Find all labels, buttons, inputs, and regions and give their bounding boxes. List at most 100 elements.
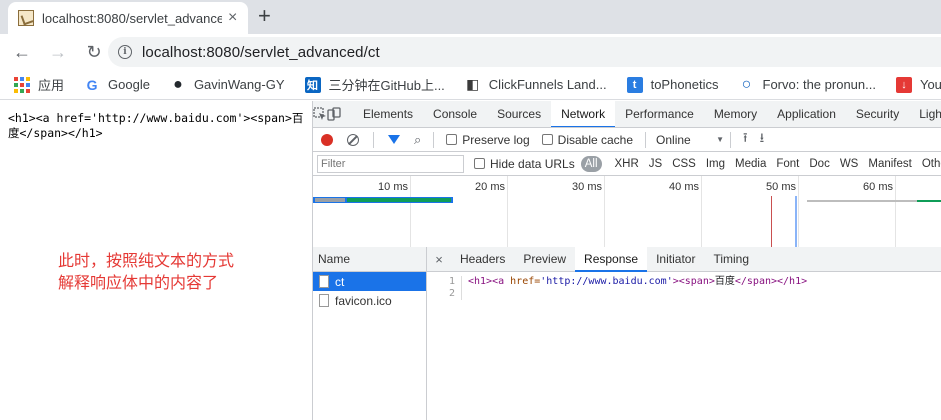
disable-cache-checkbox[interactable]: Disable cache xyxy=(541,133,633,147)
throttling-select[interactable]: Online ▼ xyxy=(656,133,724,147)
request-waiting-bar xyxy=(315,198,345,202)
bookmark-label: ClickFunnels Land... xyxy=(488,77,607,92)
request-download-bar xyxy=(347,198,451,202)
page-favicon-icon xyxy=(18,10,34,26)
checkbox-box[interactable] xyxy=(446,134,458,145)
tab-console[interactable]: Console xyxy=(423,101,487,127)
filter-type-img[interactable]: Img xyxy=(701,156,730,172)
bookmark-apps[interactable]: 应用 xyxy=(14,75,64,94)
record-button[interactable] xyxy=(321,133,333,146)
filter-type-js[interactable]: JS xyxy=(644,156,667,172)
close-tab-icon[interactable]: × xyxy=(228,10,237,26)
bookmark-label: GavinWang-GY xyxy=(193,77,285,92)
filter-icon[interactable] xyxy=(388,135,400,144)
zhihu-icon: 知 xyxy=(304,76,321,93)
throttling-value: Online xyxy=(656,132,691,147)
import-har-icon[interactable]: ⭱ xyxy=(743,129,748,151)
timeline-tick: 40 ms xyxy=(669,181,699,193)
hide-data-urls-checkbox[interactable]: Hide data URLs xyxy=(474,157,575,171)
tab-timing[interactable]: Timing xyxy=(704,247,758,272)
detail-tab-bar: × Headers Preview Response Initiator Tim… xyxy=(427,246,941,272)
line-number: 1 xyxy=(427,276,462,288)
checkbox-box[interactable] xyxy=(541,134,553,145)
new-tab-button[interactable]: + xyxy=(258,5,271,27)
tab-elements[interactable]: Elements xyxy=(353,101,423,127)
timeline-gridline xyxy=(895,176,896,248)
filter-type-font[interactable]: Font xyxy=(771,156,804,172)
code-attr-name: href= xyxy=(510,276,541,287)
raw-response-text: <h1><a href='http://www.baidu.com'><span… xyxy=(8,111,304,140)
close-detail-icon[interactable]: × xyxy=(427,252,451,267)
tab-application[interactable]: Application xyxy=(767,101,846,127)
browser-toolbar: ← → ↻ i localhost:8080/servlet_advanced/… xyxy=(0,34,941,70)
filter-type-manifest[interactable]: Manifest xyxy=(863,156,916,172)
site-info-icon[interactable]: i xyxy=(118,45,132,59)
tab-sources[interactable]: Sources xyxy=(487,101,551,127)
filter-type-xhr[interactable]: XHR xyxy=(610,156,644,172)
forward-button[interactable]: → xyxy=(44,38,72,66)
favicon-timing-bar xyxy=(807,200,917,202)
tophonetics-icon: t xyxy=(626,76,643,93)
apps-grid-icon xyxy=(14,76,30,93)
url-text[interactable]: localhost:8080/servlet_advanced/ct xyxy=(142,44,380,61)
bookmark-label: toPhonetics xyxy=(650,77,719,92)
browser-tab[interactable]: localhost:8080/servlet_advanced × xyxy=(8,2,248,34)
checkbox-box[interactable] xyxy=(474,158,485,169)
search-icon[interactable]: ⌕ xyxy=(414,132,421,148)
bookmark-tophonetics[interactable]: t toPhonetics xyxy=(626,76,719,93)
devtools-tab-bar: Elements Console Sources Network Perform… xyxy=(313,101,941,128)
annotation-line-2: 解释响应体中的内容了 xyxy=(58,275,219,292)
tab-initiator[interactable]: Initiator xyxy=(647,247,704,272)
filter-type-other[interactable]: Other xyxy=(917,156,941,172)
bookmark-label: 应用 xyxy=(38,78,65,93)
bookmark-github[interactable]: ● GavinWang-GY xyxy=(170,76,285,93)
tab-preview[interactable]: Preview xyxy=(514,247,575,272)
bookmark-zhihu[interactable]: 知 三分钟在GitHub上... xyxy=(304,75,445,94)
request-row-favicon[interactable]: favicon.ico xyxy=(313,291,426,310)
tab-security[interactable]: Security xyxy=(846,101,909,127)
bookmark-label: Forvo: the pronun... xyxy=(762,77,876,92)
clear-icon[interactable] xyxy=(347,133,359,146)
request-list-header[interactable]: Name xyxy=(313,247,426,272)
code-rest-tags: ><span> xyxy=(672,276,715,287)
response-body[interactable]: 1 <h1><a href='http://www.baidu.com'><sp… xyxy=(427,272,941,300)
timeline-gridline xyxy=(701,176,702,248)
request-row-ct[interactable]: ct xyxy=(313,272,426,291)
tab-strip: localhost:8080/servlet_advanced × + xyxy=(0,0,941,34)
reload-button[interactable]: ↻ xyxy=(80,38,108,66)
tab-memory[interactable]: Memory xyxy=(704,101,767,127)
bookmark-youtube-download[interactable]: ↓ YouTube D xyxy=(895,76,941,93)
favicon-download-bar xyxy=(917,200,941,202)
timeline-tick: 50 ms xyxy=(766,181,796,193)
tab-headers[interactable]: Headers xyxy=(451,247,514,272)
network-overview-timeline[interactable]: 10 ms 20 ms 30 ms 40 ms 50 ms 60 ms xyxy=(313,176,941,248)
device-toolbar-icon[interactable] xyxy=(327,101,341,127)
filter-type-media[interactable]: Media xyxy=(730,156,771,172)
export-har-icon[interactable]: ⭳ xyxy=(760,129,765,151)
timeline-gridline xyxy=(507,176,508,248)
filter-type-ws[interactable]: WS xyxy=(835,156,864,172)
bookmark-label: 三分钟在GitHub上... xyxy=(328,78,445,93)
tab-response[interactable]: Response xyxy=(575,246,648,272)
address-bar[interactable]: i localhost:8080/servlet_advanced/ct xyxy=(108,37,941,67)
preserve-log-label: Preserve log xyxy=(462,132,530,147)
filter-type-doc[interactable]: Doc xyxy=(804,156,834,172)
preserve-log-checkbox[interactable]: Preserve log xyxy=(446,132,530,147)
tab-lighthouse[interactable]: Lighth xyxy=(909,101,941,127)
filter-input[interactable] xyxy=(317,154,464,173)
bookmark-forvo[interactable]: ○ Forvo: the pronun... xyxy=(739,75,876,93)
filter-type-css[interactable]: CSS xyxy=(667,156,701,172)
network-toolbar: ⌕ Preserve log Disable cache Online ▼ ⭱ … xyxy=(313,128,941,152)
filter-type-all[interactable]: All xyxy=(580,155,602,172)
inspect-element-icon[interactable] xyxy=(313,101,327,127)
bookmark-google[interactable]: G Google xyxy=(84,77,150,93)
tab-network[interactable]: Network xyxy=(551,101,616,127)
forvo-icon: ○ xyxy=(741,75,752,93)
back-button[interactable]: ← xyxy=(8,38,36,66)
tab-performance[interactable]: Performance xyxy=(615,101,704,127)
code-text-content: 百度 xyxy=(714,276,735,287)
divider xyxy=(433,131,435,148)
code-attr-value: 'http://www.baidu.com' xyxy=(540,276,673,287)
bookmark-clickfunnels[interactable]: ◧ ClickFunnels Land... xyxy=(465,76,607,93)
